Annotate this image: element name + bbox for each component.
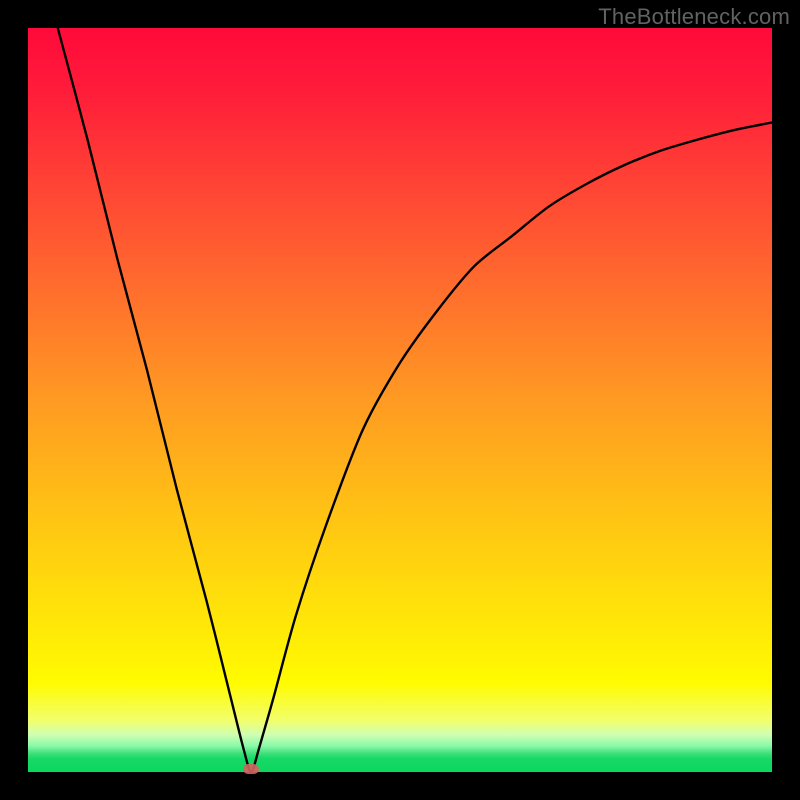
chart-frame: TheBottleneck.com: [0, 0, 800, 800]
bottleneck-curve: [28, 28, 772, 772]
curve-path: [58, 28, 772, 772]
watermark-label: TheBottleneck.com: [598, 4, 790, 30]
minimum-marker: [243, 764, 259, 774]
